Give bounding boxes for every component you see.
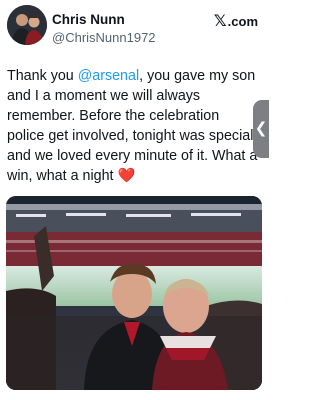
author-name[interactable]: Chris Nunn bbox=[52, 12, 125, 27]
x-logo-text: .com bbox=[227, 14, 258, 29]
avatar[interactable] bbox=[7, 5, 47, 45]
heart-emoji-icon: ❤️ bbox=[117, 168, 136, 184]
chevron-left-icon: ❮ bbox=[254, 120, 268, 137]
mention-link[interactable]: @arsenal bbox=[78, 68, 139, 84]
tweet-text: Thank you @arsenal, you gave my son and … bbox=[7, 66, 259, 186]
side-panel-tab[interactable]: ❮ bbox=[253, 100, 269, 158]
avatar-photo-icon bbox=[7, 5, 47, 45]
x-icon: 𝕏 bbox=[213, 13, 227, 30]
tweet-text-rest: , you gave my son and I a moment we will… bbox=[7, 68, 258, 184]
x-logo[interactable]: 𝕏.com bbox=[214, 11, 258, 31]
tweet-header: Chris Nunn @ChrisNunn1972 𝕏.com bbox=[7, 5, 262, 49]
tweet-text-start: Thank you bbox=[7, 68, 78, 84]
tweet-photo[interactable] bbox=[6, 196, 262, 390]
tweet-card: Chris Nunn @ChrisNunn1972 𝕏.com Thank yo… bbox=[0, 0, 269, 400]
author-handle[interactable]: @ChrisNunn1972 bbox=[52, 30, 156, 45]
stadium-selfie-photo-icon bbox=[6, 196, 262, 390]
